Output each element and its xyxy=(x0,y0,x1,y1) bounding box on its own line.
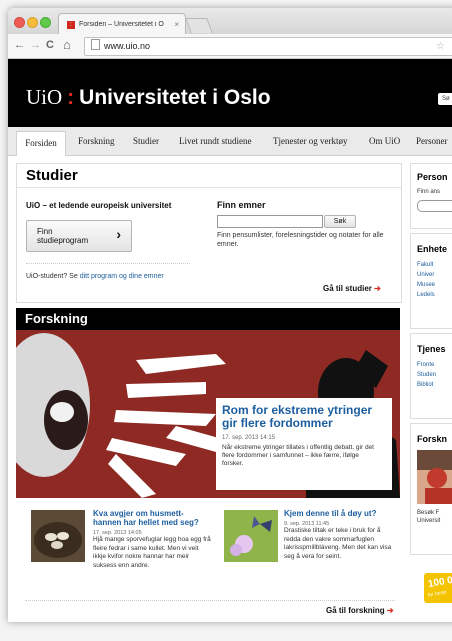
right-sidebar: Person Finn ans Enhete Fakult Univer Mus… xyxy=(410,163,452,622)
promo-banner[interactable]: 100 0 for besø xyxy=(424,573,452,603)
close-window-button[interactable] xyxy=(14,17,25,28)
back-icon[interactable]: ← xyxy=(14,39,25,51)
arrow-right-icon: ➔ xyxy=(386,606,394,615)
student-prompt: UiO-student? Se ditt program og dine emn… xyxy=(26,272,164,281)
home-icon[interactable]: ⌂ xyxy=(63,37,71,52)
persons-search-input[interactable] xyxy=(417,200,452,212)
research-box: Forskn Besøk F Universit xyxy=(410,423,452,555)
research-caption-1: Besøk F xyxy=(417,510,440,516)
research-title: Forskn xyxy=(417,434,448,444)
logo-short: UiO xyxy=(26,85,63,109)
units-item-2[interactable]: Univer xyxy=(417,272,434,278)
find-program-button[interactable]: Finn studieprogram › xyxy=(26,220,132,252)
forskning-title: Forskning xyxy=(25,311,88,326)
logo-colon: : xyxy=(67,86,75,109)
research-caption-2: Universit xyxy=(417,518,441,524)
services-item-3[interactable]: Bibliot xyxy=(417,382,433,388)
persons-hint: Finn ans xyxy=(417,189,441,195)
services-item-2[interactable]: Studen xyxy=(417,372,436,378)
main-menu: Forsiden Forskning Studier Livet rundt s… xyxy=(8,127,452,156)
find-courses-title: Finn emner xyxy=(217,200,266,210)
bird-nest-eggs-image[interactable] xyxy=(31,510,85,562)
services-item-1[interactable]: Fronte xyxy=(417,362,434,368)
maximize-window-button[interactable] xyxy=(40,17,51,28)
minimize-window-button[interactable] xyxy=(27,17,38,28)
forward-icon[interactable]: → xyxy=(30,39,41,51)
units-item-1[interactable]: Fakult xyxy=(417,262,433,268)
close-tab-icon[interactable]: × xyxy=(174,20,179,29)
menu-item-forsiden[interactable]: Forsiden xyxy=(16,131,66,156)
goto-forskning-link[interactable]: Gå til forskning ➔ xyxy=(326,606,394,615)
url-text: www.uio.no xyxy=(104,41,151,51)
address-bar[interactable]: www.uio.no ☆ xyxy=(84,37,452,56)
site-header: UiO: Universitetet i Oslo Sø xyxy=(8,59,452,127)
studier-title-divider xyxy=(17,187,401,188)
feature-date: 17. sep. 2013 14:15 xyxy=(222,435,276,441)
article-2-headline[interactable]: Kjem denne til å døy ut? xyxy=(284,509,396,518)
menu-item-forskning[interactable]: Forskning xyxy=(78,136,115,146)
research-image[interactable] xyxy=(417,450,452,504)
persons-title: Person xyxy=(417,172,448,182)
units-title: Enhete xyxy=(417,244,448,254)
menu-item-studier[interactable]: Studier xyxy=(133,136,159,146)
butterfly-image[interactable] xyxy=(224,510,278,562)
forskning-section: Forskning Rom for ekstreme ytringer gir … xyxy=(16,308,400,620)
feature-headline[interactable]: Rom for ekstreme ytringer gir flere ford… xyxy=(222,404,386,430)
goto-studier-text: Gå til studier xyxy=(323,284,372,293)
menu-item-om-uio[interactable]: Om UiO xyxy=(369,136,400,146)
student-program-link[interactable]: ditt program og dine emner xyxy=(80,273,164,280)
studier-title: Studier xyxy=(26,167,78,184)
find-program-label-2: studieprogram xyxy=(37,236,89,245)
article-1-summary: Hjå mange sporvefuglar legg hoa egg frå … xyxy=(93,536,211,569)
services-box: Tjenes Fronte Studen Bibliot xyxy=(410,333,452,419)
tab-bar: : Forsiden – Universitetet i O × xyxy=(8,8,452,35)
courses-hint: Finn pensumlister, forelesningstider og … xyxy=(217,232,384,248)
studier-tagline: UiO – et ledende europeisk universitet xyxy=(26,201,172,210)
forskning-header: Forskning xyxy=(16,308,400,330)
feature-summary: Når ekstreme ytringer tillates i offentl… xyxy=(222,444,374,467)
studier-section: Studier UiO – et ledende europeisk unive… xyxy=(16,163,402,303)
promo-text: 100 0 xyxy=(427,574,452,591)
find-program-label-1: Finn xyxy=(37,227,53,236)
article-2-summary: Drastiske tiltak er teke i bruk for å re… xyxy=(284,527,392,560)
forskning-dots-divider xyxy=(25,600,395,601)
chevron-right-icon: › xyxy=(116,226,121,242)
site-search-input[interactable]: Sø xyxy=(438,93,452,105)
services-title: Tjenes xyxy=(417,344,446,354)
browser-toolbar: ← → C ⌂ www.uio.no ☆ xyxy=(8,34,452,59)
reload-icon[interactable]: C xyxy=(46,39,54,51)
goto-forskning-text: Gå til forskning xyxy=(326,606,385,615)
units-box: Enhete Fakult Univer Musee Ledels xyxy=(410,233,452,329)
goto-studier-link[interactable]: Gå til studier ➔ xyxy=(323,284,381,293)
favicon-icon: : xyxy=(67,20,75,29)
arrow-right-icon: ➔ xyxy=(374,284,381,293)
tab-title: Forsiden – Universitetet i O xyxy=(79,21,164,28)
feature-image[interactable]: Rom for ekstreme ytringer gir flere ford… xyxy=(16,330,400,498)
article-1-headline[interactable]: Kva avgjer om husmett-hannen har hellet … xyxy=(93,509,211,527)
bookmark-star-icon[interactable]: ☆ xyxy=(436,38,445,55)
page-icon xyxy=(91,39,100,50)
new-tab-button[interactable] xyxy=(185,18,213,33)
units-item-4[interactable]: Ledels xyxy=(417,292,435,298)
course-search-input[interactable] xyxy=(217,215,323,228)
student-prompt-text: UiO-student? Se xyxy=(26,273,78,280)
browser-window: : Forsiden – Universitetet i O × ← → C ⌂… xyxy=(8,8,452,622)
menu-item-personer[interactable]: Personer xyxy=(416,136,448,146)
site-logo[interactable]: UiO: Universitetet i Oslo xyxy=(26,85,271,110)
promo-sub: for besø xyxy=(427,589,447,599)
menu-item-tjenester[interactable]: Tjenester og verktøy xyxy=(273,136,347,146)
units-item-3[interactable]: Musee xyxy=(417,282,435,288)
course-search-button[interactable]: Søk xyxy=(324,215,356,228)
feature-text-box: Rom for ekstreme ytringer gir flere ford… xyxy=(216,398,392,490)
browser-tab[interactable]: : Forsiden – Universitetet i O × xyxy=(58,13,186,35)
persons-box: Person Finn ans xyxy=(410,163,452,229)
menu-item-livet[interactable]: Livet rundt studiene xyxy=(179,136,251,146)
logo-name: Universitetet i Oslo xyxy=(79,86,271,109)
studier-dots-divider xyxy=(26,263,190,264)
